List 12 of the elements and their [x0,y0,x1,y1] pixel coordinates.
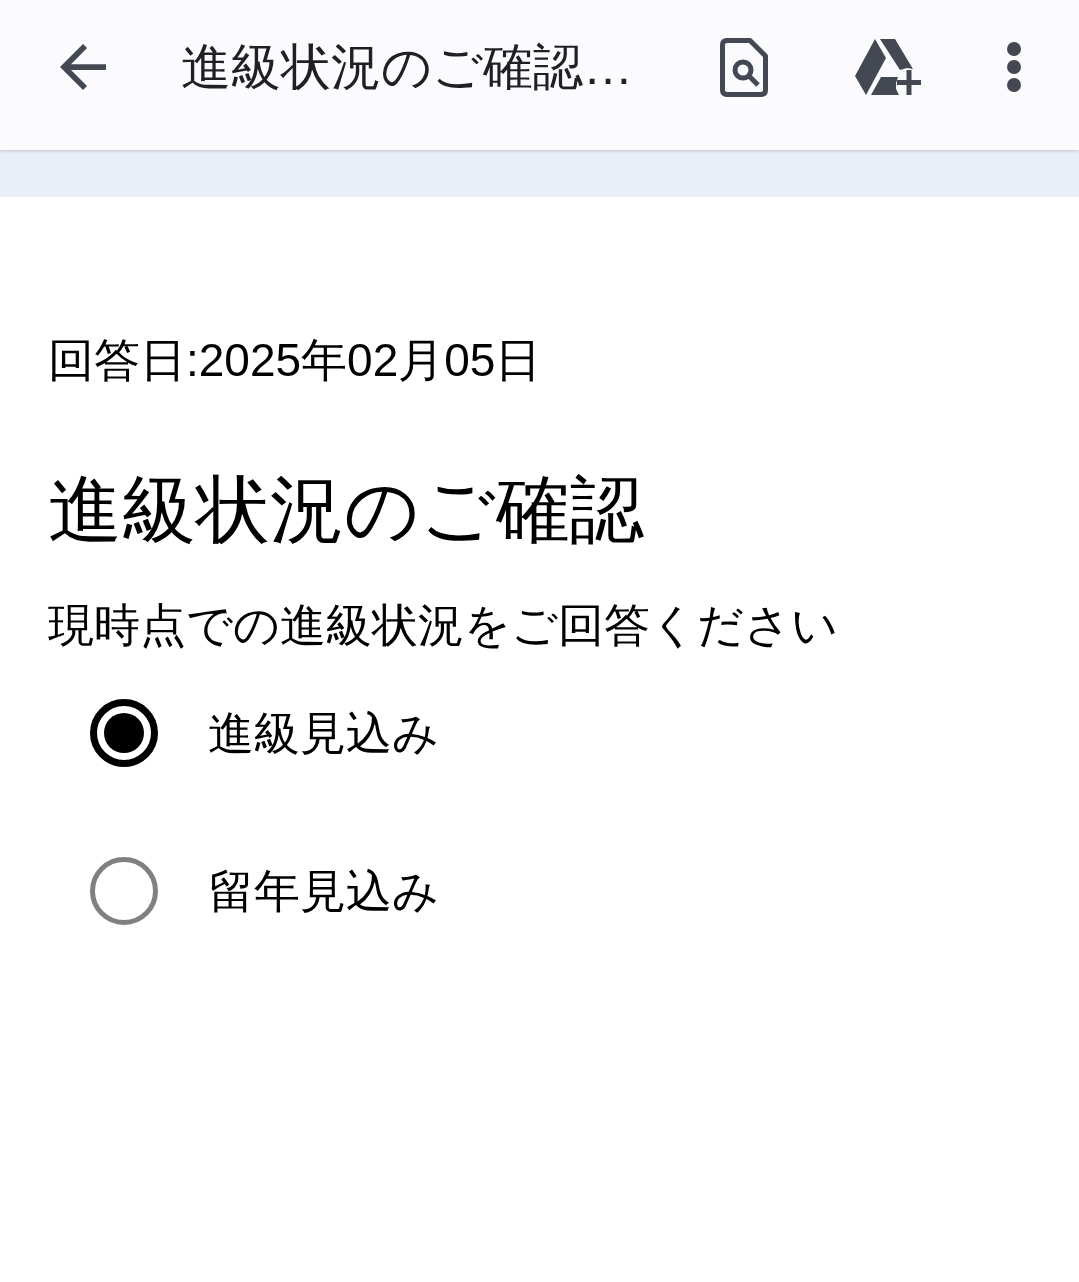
question-text: 現時点での進級状況をご回答ください [48,598,838,653]
option-label[interactable]: 進級見込み [208,705,439,761]
drive-add-icon[interactable] [855,39,921,95]
radio-button[interactable] [90,857,158,925]
form-title: 進級状況のご確認 [48,467,644,553]
radio-button[interactable] [90,699,158,767]
more-icon[interactable] [1006,42,1022,92]
file-search-icon[interactable] [720,37,768,97]
back-icon[interactable] [60,44,106,90]
answer-date: 回答日:2025年02月05日 [48,333,542,387]
app-bar-title: 進級状況のご確認… [181,38,633,97]
option-label[interactable]: 留年見込み [208,863,439,919]
